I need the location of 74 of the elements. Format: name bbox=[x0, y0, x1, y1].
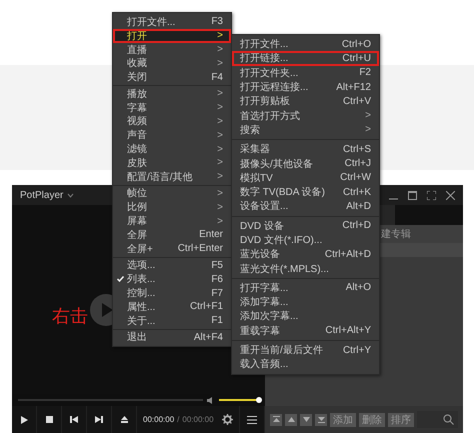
annotation-text: 右击 bbox=[52, 305, 88, 328]
menu-item[interactable]: 列表... F6 bbox=[113, 272, 231, 286]
menu-item[interactable]: 采集器 Ctrl+S bbox=[232, 142, 379, 156]
total-time: 00:00:00 bbox=[182, 415, 214, 424]
menu-item[interactable]: 退出 Alt+F4 bbox=[113, 330, 231, 344]
menu-item[interactable]: 添加次字幕... bbox=[232, 309, 379, 324]
menu-item[interactable]: 视频 > bbox=[113, 114, 231, 128]
menu-item[interactable]: 打开文件... F3 bbox=[113, 15, 231, 29]
search-icon[interactable] bbox=[443, 414, 454, 425]
menu-item[interactable]: 摄像头/其他设备 Ctrl+J bbox=[232, 156, 379, 171]
move-top-icon bbox=[272, 416, 280, 423]
menu-item[interactable]: 重载字幕 Ctrl+Alt+Y bbox=[232, 324, 379, 338]
menu-item[interactable]: DVD 文件(*.IFO)... bbox=[232, 232, 379, 248]
menu-item[interactable]: 设备设置... Alt+D bbox=[232, 199, 379, 214]
menu-item[interactable]: 打开字幕... Alt+O bbox=[232, 280, 379, 296]
menu-item[interactable]: 配置/语言/其他 > bbox=[113, 170, 231, 184]
menu-item[interactable]: 全屏+ Ctrl+Enter bbox=[113, 242, 231, 256]
menu-item[interactable]: 关闭 F4 bbox=[113, 70, 231, 84]
stop-icon bbox=[46, 416, 52, 423]
menu-item[interactable]: 帧位 > bbox=[113, 186, 231, 200]
app-title[interactable]: PotPlayer bbox=[20, 190, 64, 200]
menu-item[interactable]: 载入音频... bbox=[232, 357, 379, 372]
menu-item[interactable]: 打开链接... Ctrl+U bbox=[232, 51, 379, 66]
volume-icon[interactable] bbox=[207, 396, 215, 404]
menu-item[interactable]: DVD 设备 Ctrl+D bbox=[232, 218, 379, 233]
eject-icon bbox=[120, 416, 128, 423]
playlist-tab[interactable]: 建专辑 bbox=[381, 227, 411, 241]
play-icon bbox=[20, 416, 28, 424]
menu-item[interactable]: 屏幕 > bbox=[113, 214, 231, 228]
menu-item[interactable]: 选项... F5 bbox=[113, 258, 231, 272]
menu-item[interactable]: 搜索 > bbox=[232, 122, 379, 138]
move-down-button[interactable] bbox=[300, 414, 312, 426]
caret-icon[interactable] bbox=[67, 192, 74, 198]
menu-item[interactable]: 打开剪贴板 Ctrl+V bbox=[232, 94, 379, 108]
menu-item[interactable]: 模拟TV Ctrl+W bbox=[232, 170, 379, 185]
menu-item[interactable]: 声音 > bbox=[113, 128, 231, 142]
menu-item[interactable]: 添加字幕... bbox=[232, 295, 379, 310]
menu-item[interactable]: 控制... F7 bbox=[113, 286, 231, 300]
search-field[interactable] bbox=[417, 411, 458, 428]
time-separator: / bbox=[177, 415, 180, 424]
menu-item[interactable]: 蓝光文件(*.MPLS)... bbox=[232, 261, 379, 276]
down-triangle-icon bbox=[302, 417, 310, 422]
menu-item[interactable]: 滤镜 > bbox=[113, 142, 231, 156]
menu-item[interactable]: 收藏 > bbox=[113, 56, 231, 70]
menu-item[interactable]: 打开文件夹... F2 bbox=[232, 66, 379, 80]
menu-item[interactable]: 蓝光设备 Ctrl+Alt+D bbox=[232, 247, 379, 262]
menu-item[interactable]: 首选打开方式 > bbox=[232, 108, 379, 123]
menu-item[interactable]: 重开当前/最后文件 Ctrl+Y bbox=[232, 342, 379, 358]
move-top-button[interactable] bbox=[270, 414, 282, 426]
menu-item[interactable]: 播放 > bbox=[113, 86, 231, 101]
fullscreen-icon[interactable] bbox=[427, 190, 436, 200]
close-icon[interactable] bbox=[446, 190, 455, 200]
menu-item[interactable]: 打开文件... Ctrl+O bbox=[232, 37, 379, 52]
move-bottom-icon bbox=[318, 416, 324, 423]
up-triangle-icon bbox=[288, 417, 294, 422]
menu-item[interactable]: 打开远程连接... Alt+F12 bbox=[232, 80, 379, 94]
gear-icon bbox=[222, 414, 232, 425]
menu-item[interactable]: 关于... F1 bbox=[113, 314, 231, 328]
current-time: 00:00:00 bbox=[143, 415, 174, 424]
menu-item[interactable]: 打开 > bbox=[113, 28, 231, 43]
previous-icon bbox=[70, 416, 78, 423]
menu-item[interactable]: 皮肤 > bbox=[113, 156, 231, 170]
next-icon bbox=[95, 416, 103, 423]
move-up-button[interactable] bbox=[285, 414, 297, 426]
menu-item[interactable]: 比例 > bbox=[113, 200, 231, 214]
maximize-icon[interactable] bbox=[408, 190, 417, 200]
playlist-tab-area bbox=[395, 205, 463, 225]
menu-item[interactable]: 字幕 > bbox=[113, 100, 231, 115]
move-bottom-button[interactable] bbox=[315, 414, 327, 426]
menu-item[interactable]: 直播 > bbox=[113, 42, 231, 56]
menu-icon bbox=[247, 416, 257, 424]
menu-item[interactable]: 数字 TV(BDA 设备) Ctrl+K bbox=[232, 184, 379, 200]
menu-item[interactable]: 属性... Ctrl+F1 bbox=[113, 300, 231, 314]
menu-item[interactable]: 全屏 Enter bbox=[113, 228, 231, 242]
